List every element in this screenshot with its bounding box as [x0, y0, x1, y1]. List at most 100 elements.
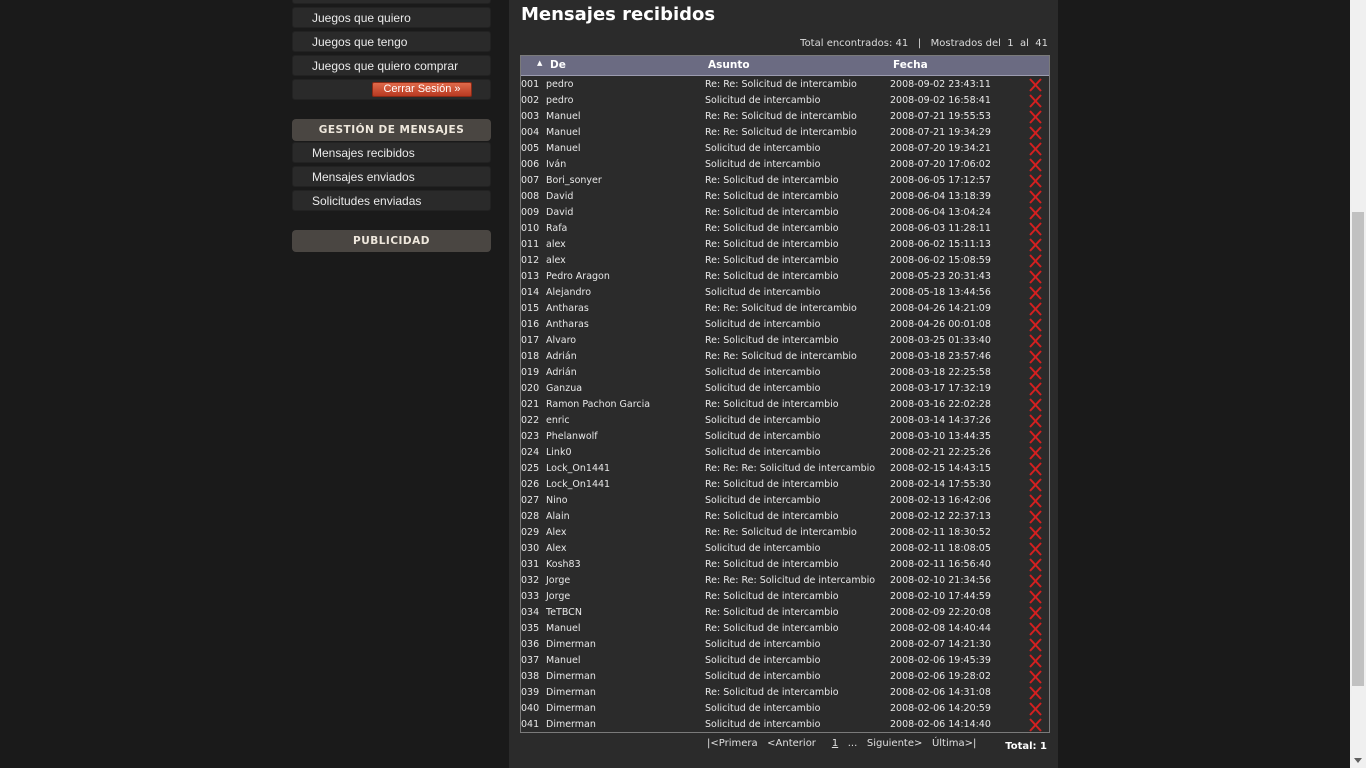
- delete-icon[interactable]: [1029, 702, 1042, 716]
- table-row[interactable]: 005 Manuel Solicitud de intercambio 2008-07…: [521, 141, 1049, 157]
- delete-icon[interactable]: [1029, 510, 1042, 524]
- message-subject[interactable]: Re: Solicitud de intercambio: [705, 221, 839, 237]
- message-subject[interactable]: Re: Solicitud de intercambio: [705, 621, 839, 637]
- sidebar-item-requests-sent[interactable]: Solicitudes enviadas: [292, 190, 491, 211]
- delete-icon[interactable]: [1029, 622, 1042, 636]
- delete-icon[interactable]: [1029, 174, 1042, 188]
- table-row[interactable]: 031 Kosh83 Re: Solicitud de intercambio 200…: [521, 557, 1049, 573]
- column-header-from[interactable]: De: [550, 59, 566, 71]
- message-subject[interactable]: Solicitud de intercambio: [705, 541, 820, 557]
- table-row[interactable]: 013 Pedro Aragon Re: Solicitud de intercam…: [521, 269, 1049, 285]
- message-subject[interactable]: Re: Solicitud de intercambio: [705, 237, 839, 253]
- delete-icon[interactable]: [1029, 446, 1042, 460]
- message-subject[interactable]: Solicitud de intercambio: [705, 637, 820, 653]
- delete-icon[interactable]: [1029, 206, 1042, 220]
- table-row[interactable]: 014 Alejandro Solicitud de intercambio 2008…: [521, 285, 1049, 301]
- table-row[interactable]: 006 Iván Solicitud de intercambio 2008-07-2…: [521, 157, 1049, 173]
- delete-icon[interactable]: [1029, 94, 1042, 108]
- table-row[interactable]: 024 Link0 Solicitud de intercambio 2008-02-…: [521, 445, 1049, 461]
- delete-icon[interactable]: [1029, 462, 1042, 476]
- message-subject[interactable]: Re: Re: Re: Solicitud de intercambio: [705, 461, 875, 477]
- message-subject[interactable]: Solicitud de intercambio: [705, 285, 820, 301]
- table-row[interactable]: 007 Bori_sonyer Re: Solicitud de intercamb…: [521, 173, 1049, 189]
- message-subject[interactable]: Solicitud de intercambio: [705, 445, 820, 461]
- sidebar-item-sent[interactable]: Mensajes enviados: [292, 166, 491, 187]
- message-subject[interactable]: Re: Solicitud de intercambio: [705, 189, 839, 205]
- delete-icon[interactable]: [1029, 590, 1042, 604]
- column-header-subject[interactable]: Asunto: [708, 59, 750, 71]
- table-row[interactable]: 022 enric Solicitud de intercambio 2008-03-…: [521, 413, 1049, 429]
- table-row[interactable]: 039 Dimerman Re: Solicitud de intercambio 2…: [521, 685, 1049, 701]
- delete-icon[interactable]: [1029, 78, 1042, 92]
- delete-icon[interactable]: [1029, 126, 1042, 140]
- table-row[interactable]: 033 Jorge Re: Solicitud de intercambio 2008…: [521, 589, 1049, 605]
- message-subject[interactable]: Re: Re: Solicitud de intercambio: [705, 109, 857, 125]
- table-row[interactable]: 025 Lock_On1441 Re: Re: Re: Solicitud de i…: [521, 461, 1049, 477]
- delete-icon[interactable]: [1029, 718, 1042, 732]
- table-row[interactable]: 019 Adrián Solicitud de intercambio 2008-03…: [521, 365, 1049, 381]
- delete-icon[interactable]: [1029, 318, 1042, 332]
- message-subject[interactable]: Re: Solicitud de intercambio: [705, 333, 839, 349]
- message-subject[interactable]: Solicitud de intercambio: [705, 157, 820, 173]
- delete-icon[interactable]: [1029, 574, 1042, 588]
- message-subject[interactable]: Re: Re: Solicitud de intercambio: [705, 349, 857, 365]
- table-row[interactable]: 012 alex Re: Solicitud de intercambio 2008-…: [521, 253, 1049, 269]
- delete-icon[interactable]: [1029, 254, 1042, 268]
- message-subject[interactable]: Solicitud de intercambio: [705, 317, 820, 333]
- delete-icon[interactable]: [1029, 270, 1042, 284]
- message-subject[interactable]: Re: Re: Re: Solicitud de intercambio: [705, 573, 875, 589]
- current-page-link[interactable]: 1: [832, 738, 838, 749]
- table-row[interactable]: 030 Alex Solicitud de intercambio 2008-02-1…: [521, 541, 1049, 557]
- message-subject[interactable]: Re: Solicitud de intercambio: [705, 253, 839, 269]
- table-row[interactable]: 001 pedro Re: Re: Solicitud de intercambio…: [521, 77, 1049, 93]
- delete-icon[interactable]: [1029, 494, 1042, 508]
- table-row[interactable]: 004 Manuel Re: Re: Solicitud de intercambi…: [521, 125, 1049, 141]
- delete-icon[interactable]: [1029, 302, 1042, 316]
- delete-icon[interactable]: [1029, 686, 1042, 700]
- delete-icon[interactable]: [1029, 606, 1042, 620]
- delete-icon[interactable]: [1029, 638, 1042, 652]
- table-row[interactable]: 040 Dimerman Solicitud de intercambio 2008-…: [521, 701, 1049, 717]
- delete-icon[interactable]: [1029, 414, 1042, 428]
- last-page-link[interactable]: Última>|: [932, 738, 976, 749]
- message-subject[interactable]: Re: Solicitud de intercambio: [705, 205, 839, 221]
- message-subject[interactable]: Solicitud de intercambio: [705, 381, 820, 397]
- scroll-down-arrow-icon[interactable]: [1354, 758, 1362, 763]
- sidebar-item-partial[interactable]: [292, 0, 491, 4]
- table-row[interactable]: 034 TeTBCN Re: Solicitud de intercambio 200…: [521, 605, 1049, 621]
- message-subject[interactable]: Re: Re: Solicitud de intercambio: [705, 301, 857, 317]
- message-subject[interactable]: Solicitud de intercambio: [705, 365, 820, 381]
- table-row[interactable]: 003 Manuel Re: Re: Solicitud de intercambi…: [521, 109, 1049, 125]
- sidebar-item-owned-games[interactable]: Juegos que tengo: [292, 31, 491, 52]
- message-subject[interactable]: Re: Re: Solicitud de intercambio: [705, 525, 857, 541]
- delete-icon[interactable]: [1029, 350, 1042, 364]
- message-subject[interactable]: Solicitud de intercambio: [705, 717, 820, 733]
- first-page-link[interactable]: |<Primera: [707, 738, 758, 749]
- table-row[interactable]: 032 Jorge Re: Re: Re: Solicitud de interca…: [521, 573, 1049, 589]
- delete-icon[interactable]: [1029, 286, 1042, 300]
- column-header-date[interactable]: Fecha: [893, 59, 928, 71]
- prev-page-link[interactable]: <Anterior: [767, 738, 816, 749]
- table-row[interactable]: 016 Antharas Solicitud de intercambio 2008-…: [521, 317, 1049, 333]
- sidebar-item-received[interactable]: Mensajes recibidos: [292, 142, 491, 163]
- table-row[interactable]: 011 alex Re: Solicitud de intercambio 2008-…: [521, 237, 1049, 253]
- delete-icon[interactable]: [1029, 158, 1042, 172]
- delete-icon[interactable]: [1029, 542, 1042, 556]
- message-subject[interactable]: Solicitud de intercambio: [705, 141, 820, 157]
- message-subject[interactable]: Re: Solicitud de intercambio: [705, 509, 839, 525]
- table-row[interactable]: 028 Alain Re: Solicitud de intercambio 2008…: [521, 509, 1049, 525]
- logout-button[interactable]: Cerrar Sesión »: [372, 82, 472, 97]
- delete-icon[interactable]: [1029, 670, 1042, 684]
- sort-up-icon[interactable]: ▲: [537, 59, 542, 67]
- message-subject[interactable]: Re: Solicitud de intercambio: [705, 557, 839, 573]
- delete-icon[interactable]: [1029, 222, 1042, 236]
- sidebar-item-wanted-games[interactable]: Juegos que quiero: [292, 7, 491, 28]
- table-row[interactable]: 041 Dimerman Solicitud de intercambio 2008-…: [521, 717, 1049, 733]
- sidebar-item-buy-games[interactable]: Juegos que quiero comprar: [292, 55, 491, 76]
- delete-icon[interactable]: [1029, 430, 1042, 444]
- message-subject[interactable]: Re: Solicitud de intercambio: [705, 589, 839, 605]
- table-row[interactable]: 008 David Re: Solicitud de intercambio 2008…: [521, 189, 1049, 205]
- delete-icon[interactable]: [1029, 654, 1042, 668]
- table-row[interactable]: 036 Dimerman Solicitud de intercambio 2008-…: [521, 637, 1049, 653]
- message-subject[interactable]: Solicitud de intercambio: [705, 653, 820, 669]
